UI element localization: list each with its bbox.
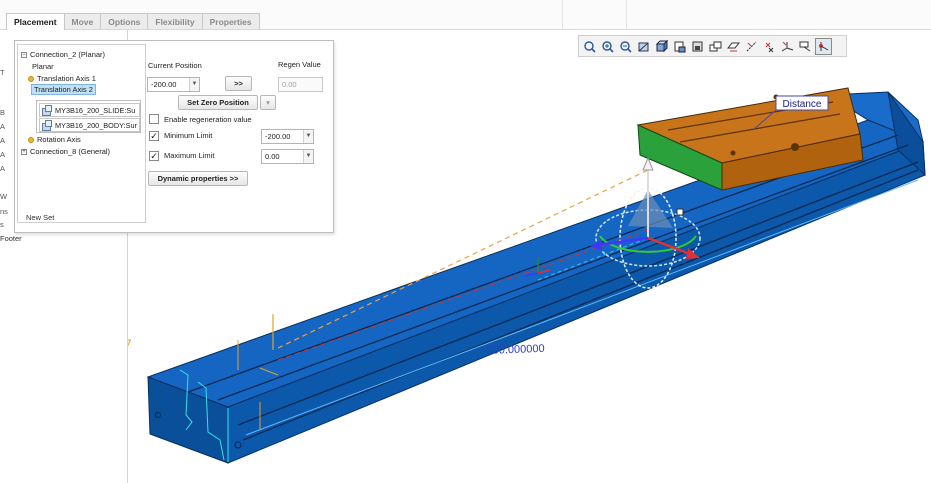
enable-regen-label: Enable regeneration value: [164, 115, 252, 124]
dynamic-properties-button[interactable]: Dynamic properties >>: [148, 171, 248, 186]
display-style-icon[interactable]: [653, 38, 670, 55]
dashboard-bar: Placement Move Options Flexibility Prope…: [0, 0, 931, 30]
tree-connection-8[interactable]: + Connection_8 (General): [21, 146, 110, 157]
refit-icon[interactable]: [581, 38, 598, 55]
connection-tree: − Connection_2 (Planar) Planar Translatio…: [17, 44, 146, 223]
tree-fragment: B: [0, 108, 6, 117]
slide-hole: [730, 150, 736, 156]
tree-connection-2[interactable]: − Connection_2 (Planar): [21, 49, 105, 60]
annotation-display-icon[interactable]: [797, 38, 814, 55]
view-manager-icon[interactable]: [689, 38, 706, 55]
tree-planar[interactable]: Planar: [32, 61, 54, 72]
maximum-limit-checkbox[interactable]: ✓: [149, 151, 159, 161]
current-position-dropdown[interactable]: -200.00 ▼: [147, 77, 200, 92]
chevron-down-icon: ▼: [303, 150, 313, 163]
maximum-limit-label: Maximum Limit: [164, 151, 215, 160]
expand-icon[interactable]: −: [21, 52, 27, 59]
tree-footer: Footer: [0, 234, 22, 243]
tab-strip: Placement Move Options Flexibility Prope…: [6, 13, 260, 30]
axis-display-icon[interactable]: [743, 38, 760, 55]
tree-translation-axis-2[interactable]: Translation Axis 2: [31, 84, 96, 95]
view-toolbar: [578, 35, 847, 57]
expand-icon[interactable]: +: [21, 149, 27, 156]
plane-display-icon[interactable]: [725, 38, 742, 55]
saved-orientations-icon[interactable]: [671, 38, 688, 55]
minimum-limit-checkbox[interactable]: ✓: [149, 131, 159, 141]
current-position-label: Current Position: [148, 61, 202, 70]
reference-label: MY3B16_200_SLIDE:Su: [55, 105, 136, 115]
repaint-icon[interactable]: [635, 38, 652, 55]
tree-fragment: A: [0, 164, 6, 173]
reference-item[interactable]: MY3B16_200_SLIDE:Su: [39, 103, 140, 117]
distance-label: Distance: [783, 99, 822, 110]
new-set-link[interactable]: New Set: [26, 213, 54, 222]
tree-translation-axis-1[interactable]: Translation Axis 1: [28, 73, 96, 84]
maximum-limit-dropdown[interactable]: 0.00 ▼: [261, 149, 314, 164]
reference-label: MY3B16_200_BODY:Sur: [55, 120, 137, 130]
chevron-down-icon: ▼: [303, 130, 313, 143]
zoom-out-icon[interactable]: [617, 38, 634, 55]
tree-fragment: T: [0, 68, 5, 77]
tree-fragment: A: [0, 136, 6, 145]
part-surface-icon: [41, 104, 52, 116]
point-display-icon[interactable]: [761, 38, 778, 55]
maximum-limit-value: 0.00: [265, 152, 280, 161]
set-zero-menu-button[interactable]: ▾: [260, 95, 276, 110]
reference-item[interactable]: MY3B16_200_BODY:Sur: [39, 118, 140, 132]
tab-placement[interactable]: Placement: [6, 13, 65, 30]
tree-fragment: s: [0, 220, 4, 229]
csys-display-icon[interactable]: [779, 38, 796, 55]
slide-hole: [791, 143, 799, 151]
datum-display-icon[interactable]: [707, 38, 724, 55]
tab-options[interactable]: Options: [100, 13, 149, 29]
tree-fragment: ns: [0, 207, 8, 216]
tree-label: Planar: [32, 62, 54, 71]
current-position-value: -200.00: [151, 80, 177, 89]
status-dot-icon: [28, 137, 34, 144]
dimension-value: -200.000000: [483, 343, 545, 357]
reference-collector[interactable]: MY3B16_200_SLIDE:Su MY3B16_200_BODY:Sur: [36, 100, 141, 133]
tab-properties[interactable]: Properties: [201, 13, 260, 29]
tree-fragment: W: [0, 192, 8, 201]
tree-label: Rotation Axis: [37, 135, 81, 144]
regen-value-field[interactable]: 0.00: [278, 77, 323, 92]
part-surface-icon: [41, 119, 52, 131]
tree-label: Translation Axis 2: [31, 84, 96, 95]
regen-value-label: Regen Value: [278, 60, 321, 69]
bar-separator: [562, 0, 563, 30]
status-dot-icon: [28, 76, 34, 83]
bar-separator: [626, 0, 627, 30]
tab-flexibility[interactable]: Flexibility: [147, 13, 203, 29]
tree-label: Translation Axis 1: [37, 74, 96, 83]
chevron-down-icon: ▼: [189, 78, 199, 91]
apply-position-button[interactable]: >>: [225, 76, 252, 91]
minimum-limit-value: -200.00: [265, 132, 291, 141]
tree-fragment: A: [0, 122, 6, 131]
zoom-in-icon[interactable]: [599, 38, 616, 55]
tree-rotation-axis[interactable]: Rotation Axis: [28, 134, 81, 145]
placement-panel: − Connection_2 (Planar) Planar Translatio…: [14, 40, 334, 233]
tree-label: Connection_8 (General): [30, 147, 111, 156]
enable-regen-checkbox[interactable]: [149, 114, 159, 124]
tab-move[interactable]: Move: [63, 13, 102, 29]
tree-label: Connection_2 (Planar): [30, 50, 106, 59]
spin-center-icon[interactable]: [815, 37, 832, 55]
minimum-limit-label: Minimum Limit: [164, 131, 213, 140]
set-zero-position-button[interactable]: Set Zero Position: [178, 95, 258, 110]
tree-fragment: A: [0, 150, 6, 159]
minimum-limit-dropdown[interactable]: -200.00 ▼: [261, 129, 314, 144]
